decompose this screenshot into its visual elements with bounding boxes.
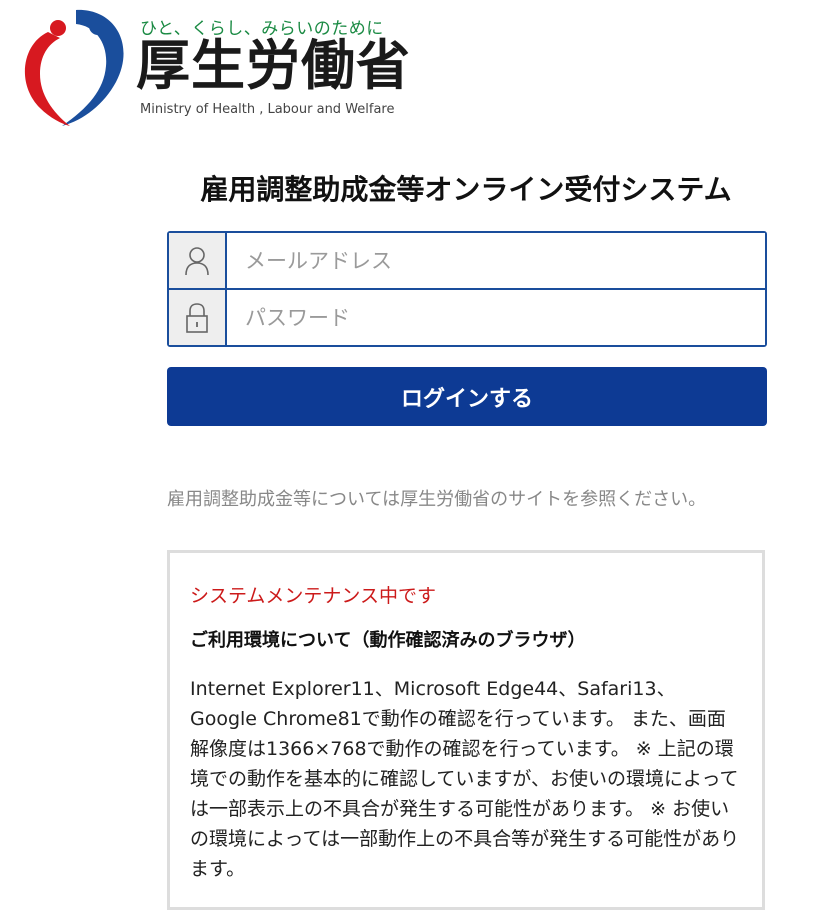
- lock-icon: [169, 290, 227, 345]
- password-row: [169, 288, 765, 345]
- email-row: [169, 233, 765, 288]
- password-field[interactable]: [227, 290, 765, 345]
- login-button[interactable]: ログインする: [167, 367, 767, 426]
- page-title: 雇用調整助成金等オンライン受付システム: [200, 173, 732, 206]
- notice-heading: ご利用環境について（動作確認済みのブラウザ）: [190, 630, 586, 651]
- notice-panel: システムメンテナンス中です ご利用環境について（動作確認済みのブラウザ） Int…: [167, 550, 765, 910]
- login-form: [167, 231, 767, 347]
- ministry-name: 厚生労働省: [136, 34, 411, 97]
- ministry-logo: ひと、くらし、みらいのために 厚生労働省 Ministry of Health …: [18, 4, 410, 128]
- maintenance-alert: システムメンテナンス中です: [190, 585, 437, 607]
- user-icon: [169, 233, 227, 288]
- ministry-name-english: Ministry of Health , Labour and Welfare: [140, 102, 395, 117]
- notice-body: Internet Explorer11、Microsoft Edge44、Saf…: [190, 678, 740, 880]
- email-field[interactable]: [227, 233, 765, 288]
- info-note: 雇用調整助成金等については厚生労働省のサイトを参照ください。: [167, 489, 707, 510]
- ministry-emblem-icon: [24, 9, 124, 127]
